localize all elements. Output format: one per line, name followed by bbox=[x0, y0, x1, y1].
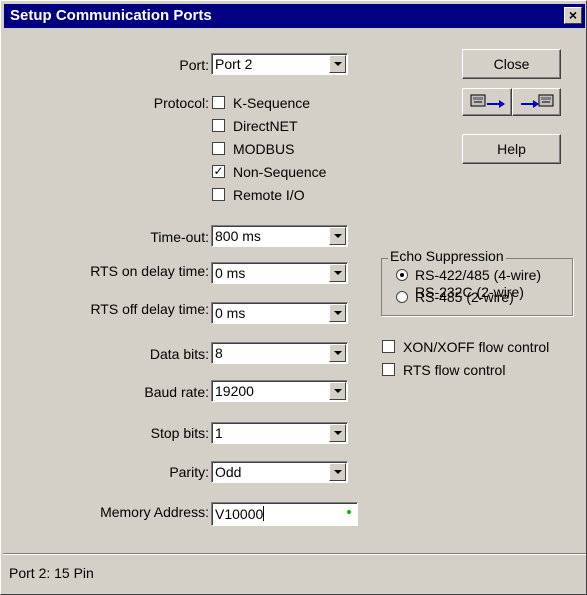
checkbox-icon[interactable] bbox=[382, 363, 395, 376]
protocol-label: Protocol: bbox=[153, 95, 209, 111]
checkbox-icon[interactable] bbox=[212, 142, 225, 155]
text-caret bbox=[263, 506, 265, 521]
echo-suppression-title: Echo Suppression bbox=[388, 248, 506, 264]
stop-bits-label: Stop bits: bbox=[150, 425, 209, 441]
checkbox-icon[interactable] bbox=[212, 119, 225, 132]
baud-rate-select[interactable]: 19200 bbox=[211, 380, 348, 402]
data-bits-select[interactable]: 8 bbox=[211, 342, 348, 364]
checkbox-icon[interactable] bbox=[382, 340, 395, 353]
checkbox-icon[interactable] bbox=[212, 188, 225, 201]
data-bits-label: Data bits: bbox=[149, 346, 209, 362]
dropdown-arrow-icon[interactable] bbox=[329, 382, 346, 400]
help-button[interactable]: Help bbox=[462, 134, 561, 164]
close-button[interactable]: Close bbox=[462, 49, 561, 79]
dropdown-arrow-icon[interactable] bbox=[329, 424, 346, 442]
memory-address-label: Memory Address: bbox=[100, 504, 209, 520]
status-text: Port 2: 15 Pin bbox=[9, 565, 94, 581]
dropdown-arrow-icon[interactable] bbox=[329, 227, 346, 245]
input-indicator-icon bbox=[347, 510, 351, 514]
baud-rate-label: Baud rate: bbox=[144, 384, 209, 400]
dropdown-arrow-icon[interactable] bbox=[329, 55, 346, 73]
window-title: Setup Communication Ports bbox=[10, 7, 212, 24]
write-to-plc-button[interactable] bbox=[512, 88, 561, 116]
memory-address-input[interactable]: V10000 bbox=[211, 502, 358, 526]
dropdown-arrow-icon[interactable] bbox=[329, 463, 346, 481]
parity-label: Parity: bbox=[169, 464, 209, 480]
timeout-label: Time-out: bbox=[150, 229, 209, 245]
rts-on-delay-label: RTS on delay time: bbox=[90, 263, 209, 279]
stop-bits-select[interactable]: 1 bbox=[211, 422, 348, 444]
port-label: Port: bbox=[179, 57, 209, 73]
dropdown-arrow-icon[interactable] bbox=[329, 304, 346, 322]
port-value: Port 2 bbox=[215, 56, 253, 72]
dropdown-arrow-icon[interactable] bbox=[329, 264, 346, 282]
checkmark-icon[interactable]: ✓ bbox=[212, 165, 225, 178]
title-bar: Setup Communication Ports × bbox=[4, 4, 585, 28]
timeout-select[interactable]: 800 ms bbox=[211, 225, 348, 247]
close-window-icon[interactable]: × bbox=[564, 7, 582, 24]
radio-icon[interactable] bbox=[396, 291, 408, 303]
read-from-plc-button[interactable] bbox=[462, 88, 512, 116]
rts-off-delay-label: RTS off delay time: bbox=[90, 301, 209, 317]
status-bar: Port 2: 15 Pin bbox=[3, 553, 586, 593]
checkbox-icon[interactable] bbox=[212, 96, 225, 109]
setup-communication-ports-dialog: Setup Communication Ports × Port: Port 2… bbox=[0, 0, 587, 595]
radio-selected-icon[interactable] bbox=[396, 269, 408, 281]
write-to-plc-icon bbox=[521, 94, 554, 108]
parity-select[interactable]: Odd bbox=[211, 461, 348, 483]
rts-off-delay-select[interactable]: 0 ms bbox=[211, 302, 348, 324]
dropdown-arrow-icon[interactable] bbox=[329, 344, 346, 362]
port-select[interactable]: Port 2 bbox=[211, 53, 348, 75]
rts-on-delay-select[interactable]: 0 ms bbox=[211, 262, 348, 284]
read-from-plc-icon bbox=[470, 94, 505, 108]
